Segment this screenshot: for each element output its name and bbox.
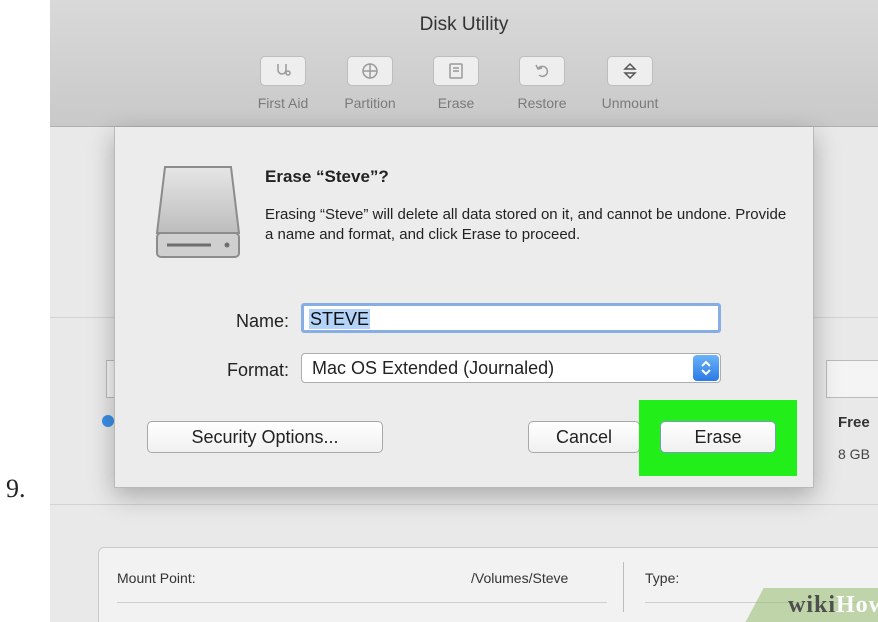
select-arrows-icon xyxy=(693,355,719,381)
dialog-title: Erase “Steve”? xyxy=(265,167,389,186)
partition-tool[interactable]: Partition xyxy=(335,56,405,111)
free-label: Free xyxy=(838,414,870,431)
info-row-divider xyxy=(117,602,607,603)
used-legend-dot xyxy=(102,415,114,427)
wikihow-watermark: wikiHow xyxy=(788,592,878,619)
partition-button[interactable] xyxy=(347,56,393,86)
watermark-part-how: How xyxy=(836,592,878,618)
restore-icon xyxy=(535,64,549,78)
first-aid-label: First Aid xyxy=(257,95,309,111)
disk-utility-window: Disk Utility First Aid Partition Erase R… xyxy=(50,0,878,622)
bg-field-right xyxy=(826,360,878,398)
toolbar: Disk Utility First Aid Partition Erase R… xyxy=(50,0,878,127)
window-title: Disk Utility xyxy=(419,14,509,35)
free-value: 8 GB xyxy=(838,446,870,462)
partition-icon xyxy=(362,63,378,79)
type-label: Type: xyxy=(645,570,680,586)
partition-label: Partition xyxy=(344,95,396,111)
erase-tool[interactable]: Erase xyxy=(421,56,491,111)
bg-divider xyxy=(50,504,878,505)
eject-icon xyxy=(623,62,637,80)
erase-tool-button[interactable] xyxy=(433,56,479,86)
erase-dialog: Erase “Steve”? Erasing “Steve” will dele… xyxy=(114,127,814,488)
security-options-button[interactable]: Security Options... xyxy=(147,421,383,453)
step-number: 9. xyxy=(6,474,26,503)
restore-button[interactable] xyxy=(519,56,565,86)
unmount-tool[interactable]: Unmount xyxy=(595,56,665,111)
first-aid-button[interactable] xyxy=(260,56,306,86)
format-select-value: Mac OS Extended (Journaled) xyxy=(312,358,555,378)
mount-point-value: /Volumes/Steve xyxy=(471,570,569,586)
name-input[interactable]: STEVE xyxy=(301,303,721,333)
format-label: Format: xyxy=(226,360,289,380)
watermark-part-wiki: wiki xyxy=(788,592,837,618)
erase-icon xyxy=(449,63,463,79)
unmount-label: Unmount xyxy=(601,95,659,111)
cancel-button[interactable]: Cancel xyxy=(528,421,640,453)
format-select[interactable]: Mac OS Extended (Journaled) xyxy=(301,353,721,383)
hard-drive-icon xyxy=(155,166,241,258)
stethoscope-icon xyxy=(277,64,291,76)
info-divider xyxy=(623,562,624,612)
name-label: Name: xyxy=(235,311,289,331)
mount-point-label: Mount Point: xyxy=(117,570,196,586)
first-aid-tool[interactable]: First Aid xyxy=(248,56,318,111)
restore-label: Restore xyxy=(517,95,567,111)
erase-tool-label: Erase xyxy=(437,95,475,111)
unmount-button[interactable] xyxy=(607,56,653,86)
restore-tool[interactable]: Restore xyxy=(507,56,577,111)
erase-button[interactable]: Erase xyxy=(660,421,776,453)
dialog-message: Erasing “Steve” will delete all data sto… xyxy=(265,206,787,243)
name-input-value: STEVE xyxy=(309,309,371,329)
